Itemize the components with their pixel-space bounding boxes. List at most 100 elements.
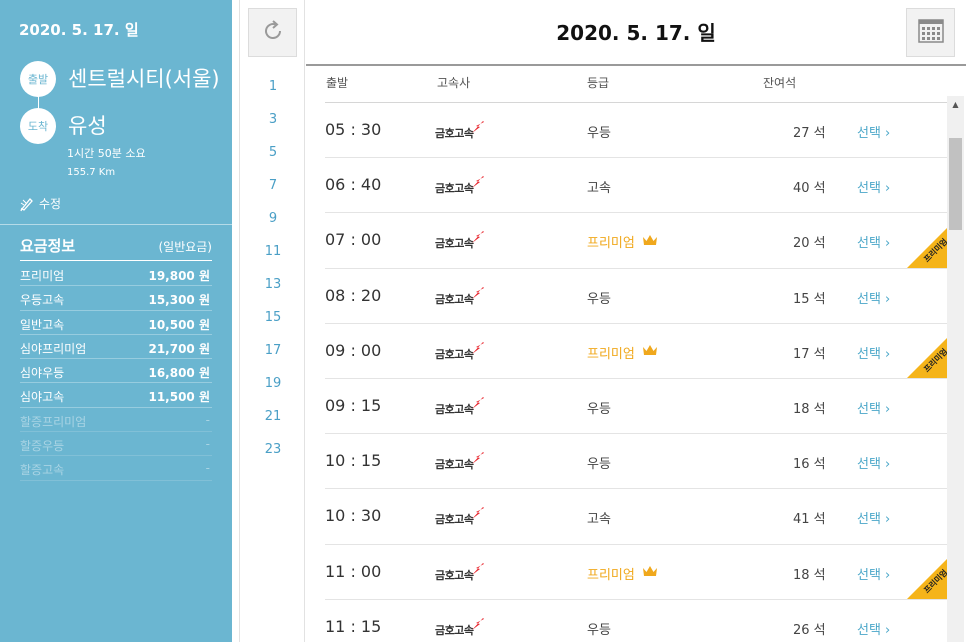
fare-row: 심야우등 16,800 원 [20, 359, 212, 384]
hour-filter-5[interactable]: 5 [240, 136, 306, 169]
remaining-seats: 26 석 [793, 622, 826, 638]
hour-filter-1[interactable]: 1 [240, 70, 306, 103]
edit-label: 수정 [39, 197, 62, 211]
company-logo-text: 금호고속 [435, 127, 474, 140]
fare-name: 할증프리미엄 [20, 414, 87, 429]
select-button[interactable]: 선택 › [857, 508, 890, 527]
departure-time: 08 : 20 [325, 285, 382, 305]
fare-name: 우등고속 [20, 293, 65, 308]
bus-company: 금호고속 [435, 175, 485, 196]
select-button[interactable]: 선택 › [857, 288, 890, 307]
departure-time: 09 : 15 [325, 395, 382, 415]
select-button[interactable]: 선택 › [857, 619, 890, 638]
select-button[interactable]: 선택 › [857, 453, 890, 472]
departure-time: 09 : 00 [325, 340, 382, 360]
bus-row[interactable]: 10 : 15 금호고속 우등 16 석 선택 › [325, 434, 947, 490]
scroll-up-arrow-icon[interactable]: ▲ [947, 96, 964, 113]
arrival-terminal: 도착 유성 [20, 108, 248, 144]
calendar-button[interactable] [906, 8, 955, 57]
bus-row[interactable]: 08 : 20 금호고속 우등 15 석 선택 › [325, 269, 947, 324]
chevron-right-icon: › [880, 622, 891, 638]
column-header-seats: 잔여석 [763, 76, 797, 90]
select-button[interactable]: 선택 › [857, 122, 890, 141]
hour-filter-column: 1 3 5 7 9 11 13 15 17 19 21 23 [239, 0, 305, 642]
bus-company: 금호고속 [435, 451, 485, 472]
chevron-right-icon: › [880, 181, 891, 197]
fare-price: 16,800 원 [148, 366, 210, 381]
departure-badge: 출발 [20, 61, 56, 97]
arrival-badge: 도착 [20, 108, 56, 144]
company-logo-icon [472, 175, 485, 196]
schedule-scrollbar[interactable]: ▲ [947, 96, 964, 642]
hour-filter-11[interactable]: 11 [240, 235, 306, 268]
grade-label: 프리미엄 [587, 236, 635, 252]
chevron-right-icon: › [880, 346, 891, 362]
select-label: 선택 [857, 567, 881, 583]
column-header-company: 고속사 [437, 76, 471, 90]
bus-row[interactable]: 09 : 15 금호고속 우등 18 석 선택 › [325, 379, 947, 435]
company-logo-text: 금호고속 [435, 347, 474, 361]
company-logo-text: 금호고속 [435, 292, 474, 306]
fare-info-header: 요금정보 (일반요금) [20, 235, 212, 261]
bus-row[interactable]: 05 : 30 금호고속 우등 27 석 선택 › [325, 103, 947, 159]
remaining-seats: 16 석 [793, 457, 826, 473]
fare-row: 우등고속 15,300 원 [20, 286, 212, 311]
edit-route-button[interactable]: 수정 [19, 195, 61, 212]
scrollbar-thumb[interactable] [949, 138, 962, 230]
premium-ribbon: 프리미엄 [907, 558, 947, 599]
hour-filter-15[interactable]: 15 [240, 301, 306, 334]
chevron-right-icon: › [880, 401, 891, 417]
select-button[interactable]: 선택 › [857, 177, 890, 196]
bus-company: 금호고속 [435, 562, 485, 583]
timetable-panel: 2020. 5. 17. 일 출발 고속사 등급 잔여석 05: 30 금호고… [306, 0, 966, 642]
bus-row[interactable]: 09 : 00 금호고속 프리미엄 17 석 선택 › 프리미엄 [325, 324, 947, 379]
refresh-button[interactable] [248, 8, 297, 57]
bus-row[interactable]: 11 : 15 금호고속 우등 26 석 선택 › [325, 600, 947, 642]
bus-grade: 우등 [587, 122, 611, 141]
hour-filter-7[interactable]: 7 [240, 169, 306, 202]
departure-name: 센트럴시티(서울) [68, 67, 220, 91]
bus-grade: 프리미엄 [587, 343, 659, 362]
hour-filter-23[interactable]: 23 [240, 433, 306, 466]
company-logo-icon [472, 562, 485, 583]
select-button[interactable]: 선택 › [857, 398, 890, 417]
fare-name: 할증우등 [20, 439, 65, 454]
fare-row: 심야프리미엄 21,700 원 [20, 335, 212, 360]
fare-price: 19,800 원 [148, 269, 210, 283]
hour-filter-3[interactable]: 3 [240, 103, 306, 136]
timetable-column-headers: 출발 고속사 등급 잔여석 [306, 67, 966, 102]
hour-filter-19[interactable]: 19 [240, 367, 306, 400]
company-logo-icon [472, 341, 485, 362]
bus-row[interactable]: 11 : 00 금호고속 프리미엄 18 석 선택 › 프리미엄 [325, 545, 947, 600]
remaining-seats: 20 석 [793, 236, 826, 252]
fare-price: 21,700 원 [148, 341, 210, 356]
select-label: 선택 [857, 622, 881, 638]
fare-price: - [205, 437, 210, 452]
hour-list: 1 3 5 7 9 11 13 15 17 19 21 23 [240, 70, 306, 466]
fare-price: - [205, 412, 210, 427]
hour-filter-9[interactable]: 9 [240, 202, 306, 235]
bus-row[interactable]: 06 : 40 금호고속 고속 40 석 선택 › [325, 158, 947, 214]
remaining-seats: 17 석 [793, 346, 826, 362]
bus-row[interactable]: 10 : 30 금호고속 고속 41 석 선택 › [325, 489, 947, 545]
hour-filter-21[interactable]: 21 [240, 400, 306, 433]
select-label: 선택 [857, 126, 881, 141]
select-button[interactable]: 선택 › [857, 232, 890, 251]
departure-terminal: 출발 센트럴시티(서울) [20, 61, 248, 97]
select-button[interactable]: 선택 › [857, 564, 890, 583]
bus-company: 금호고속 [435, 286, 485, 307]
fare-price: 15,300 원 [148, 293, 210, 308]
select-label: 선택 [857, 512, 881, 528]
bus-row[interactable]: 07 : 00 금호고속 프리미엄 20 석 선택 › 프리미엄 [325, 213, 947, 269]
hour-filter-17[interactable]: 17 [240, 334, 306, 367]
company-logo-text: 금호고속 [435, 513, 474, 527]
select-button[interactable]: 선택 › [857, 343, 890, 362]
pencil-icon [19, 196, 35, 212]
column-header-grade: 등급 [587, 76, 610, 90]
trip-duration: 1시간 50분 소요 [67, 147, 146, 160]
hour-filter-13[interactable]: 13 [240, 268, 306, 301]
trip-distance: 155.7 Km [67, 167, 116, 178]
fare-name: 심야우등 [20, 366, 65, 381]
select-label: 선택 [857, 181, 881, 197]
crown-icon [641, 564, 659, 582]
